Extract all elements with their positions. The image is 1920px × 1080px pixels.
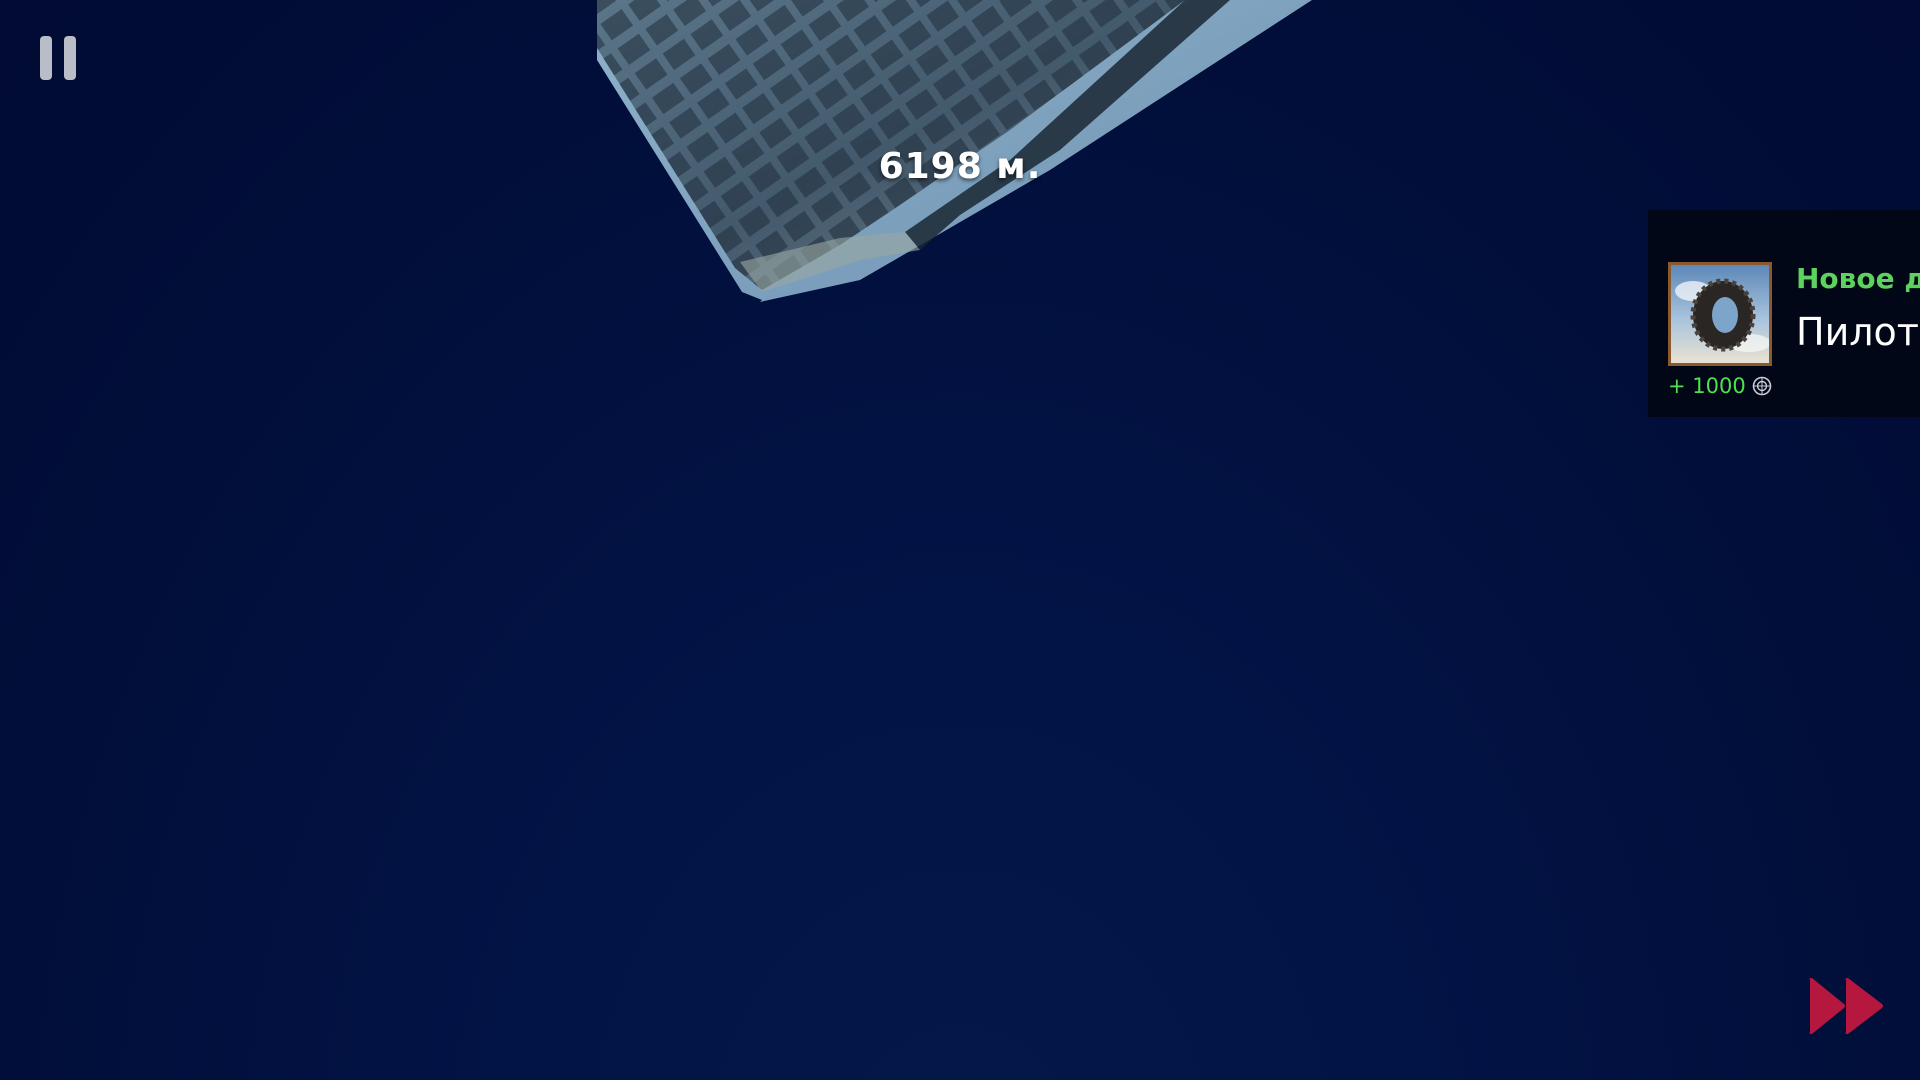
coin-icon	[1752, 376, 1772, 396]
achievement-reward: + 1000	[1668, 374, 1772, 398]
pause-button[interactable]	[38, 36, 80, 82]
tire-icon	[1668, 262, 1772, 366]
game-scene: 6198 м. Новое д Пилот + 1000	[0, 0, 1920, 1080]
achievement-title: Новое д	[1796, 262, 1920, 295]
achievement-name: Пилот	[1796, 310, 1919, 354]
reward-amount: + 1000	[1668, 374, 1746, 398]
achievement-popup: Новое д Пилот + 1000	[1648, 210, 1920, 417]
fast-forward-icon	[1809, 978, 1883, 1034]
pause-icon-bar	[64, 36, 76, 80]
fast-forward-button[interactable]	[1808, 976, 1886, 1036]
distance-counter: 6198 м.	[878, 146, 1042, 187]
pause-icon	[40, 36, 52, 80]
